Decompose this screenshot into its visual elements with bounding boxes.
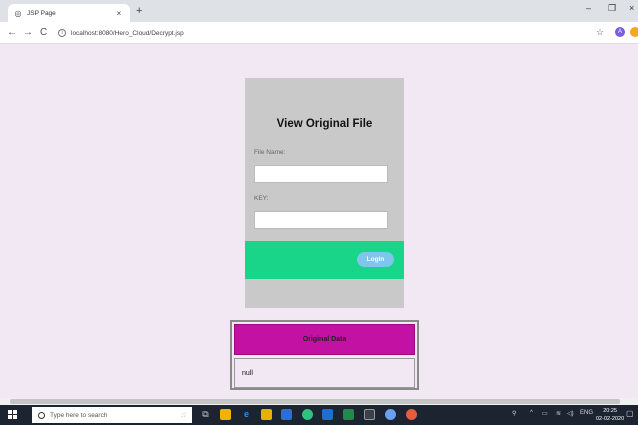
tab-close-button[interactable]: × <box>114 9 124 18</box>
decrypt-form-card: View Original File File Name: KEY: Login <box>245 78 404 308</box>
forward-button[interactable]: → <box>23 26 33 40</box>
file-name-label: File Name: <box>254 149 286 156</box>
volume-icon[interactable]: ◁) <box>567 410 574 417</box>
file-name-input[interactable] <box>254 165 388 183</box>
clock-time: 20:25 <box>603 408 617 414</box>
table-cell: null <box>234 358 415 388</box>
battery-icon[interactable]: ▭ <box>542 410 548 417</box>
login-button[interactable]: Login <box>357 252 394 267</box>
form-title: View Original File <box>276 118 373 130</box>
clock-date: 02-02-2020 <box>596 416 625 422</box>
file-explorer-icon[interactable] <box>261 409 272 420</box>
app-icon-2[interactable] <box>385 409 396 420</box>
taskbar: Type here to search ♫ ⧉ e ⚲ ^ ▭ ≋ ◁) ENG… <box>0 405 638 425</box>
chrome-icon[interactable] <box>406 409 417 420</box>
url-text: localhost:8080/Hero_Cloud/Decrypt.jsp <box>71 29 184 37</box>
new-tab-button[interactable]: + <box>136 4 142 18</box>
clock[interactable]: 20:25 02-02-2020 <box>596 407 624 423</box>
language-indicator[interactable]: ENG <box>580 410 593 416</box>
store-icon[interactable] <box>220 409 231 420</box>
back-button[interactable]: ← <box>7 26 17 40</box>
horizontal-scrollbar[interactable] <box>0 398 638 405</box>
key-input[interactable] <box>254 211 388 229</box>
url-field[interactable]: i localhost:8080/Hero_Cloud/Decrypt.jsp <box>58 26 184 40</box>
close-window-button[interactable]: × <box>629 3 634 13</box>
mail-icon[interactable] <box>281 409 292 420</box>
cortana-icon <box>38 411 45 419</box>
scrollbar-thumb[interactable] <box>10 399 620 404</box>
tab-title: JSP Page <box>27 9 56 17</box>
excel-icon[interactable] <box>343 409 354 420</box>
profile-avatar[interactable]: A <box>615 27 625 37</box>
star-icon[interactable]: ☆ <box>596 27 604 38</box>
original-data-table: Original Data null <box>230 320 419 390</box>
chevron-up-icon[interactable]: ^ <box>530 410 533 416</box>
notification-icon[interactable]: ▢ <box>626 409 634 418</box>
extension-icon[interactable] <box>630 27 638 37</box>
taskbar-search[interactable]: Type here to search <box>32 407 192 423</box>
key-label: KEY: <box>254 195 269 202</box>
table-header: Original Data <box>234 324 415 355</box>
people-icon[interactable]: ⚲ <box>512 410 516 417</box>
wifi-icon[interactable]: ≋ <box>556 410 561 417</box>
address-bar: ← → C i localhost:8080/Hero_Cloud/Decryp… <box>0 22 638 44</box>
globe-icon: ◎ <box>14 8 22 18</box>
microphone-icon[interactable]: ♫ <box>178 409 189 420</box>
windows-start-icon[interactable] <box>8 410 18 420</box>
minimize-button[interactable]: – <box>586 3 591 13</box>
browser-tab-bar: ◎ JSP Page × + – ❐ × <box>0 0 638 22</box>
maximize-button[interactable]: ❐ <box>608 3 616 14</box>
reload-button[interactable]: C <box>40 26 47 40</box>
app-icon[interactable] <box>302 409 313 420</box>
photos-icon[interactable] <box>364 409 375 420</box>
info-icon[interactable]: i <box>58 29 66 37</box>
browser-tab[interactable]: ◎ JSP Page × <box>8 4 130 22</box>
search-placeholder: Type here to search <box>50 411 108 419</box>
task-view-icon[interactable]: ⧉ <box>200 409 211 420</box>
submit-band: Login <box>245 241 404 279</box>
word-icon[interactable] <box>322 409 333 420</box>
edge-icon[interactable]: e <box>241 409 252 420</box>
